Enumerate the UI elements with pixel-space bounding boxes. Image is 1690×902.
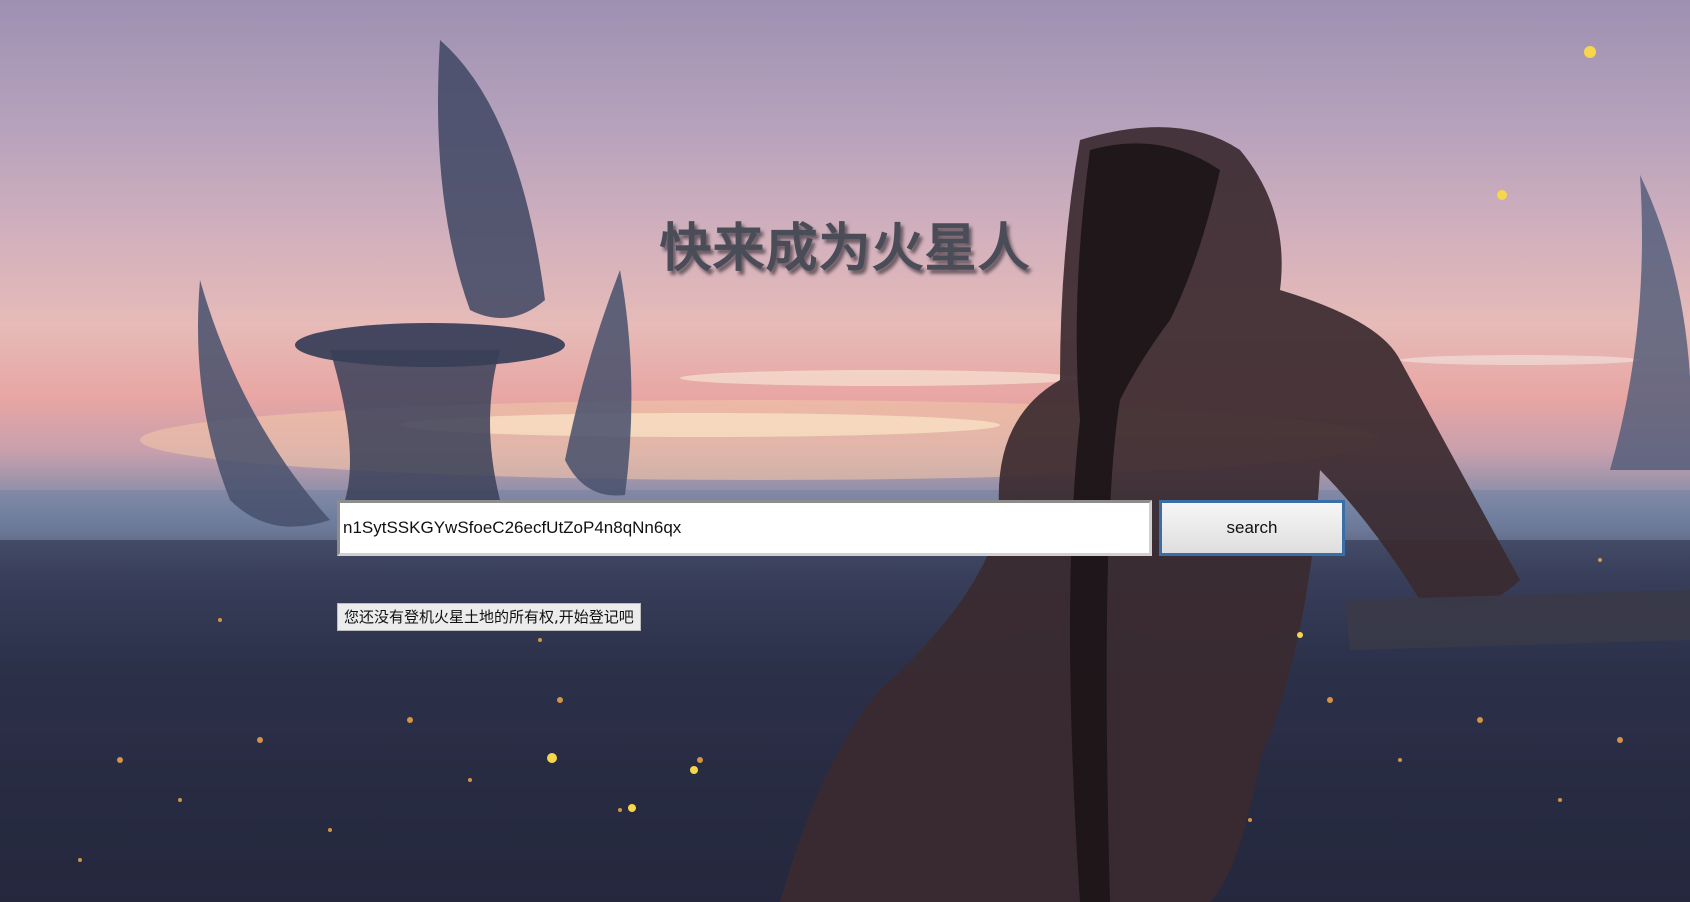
search-input[interactable] — [337, 500, 1152, 556]
page-title: 快来成为火星人 — [659, 219, 1031, 279]
background-image — [0, 0, 1690, 902]
search-bar: search — [337, 500, 1345, 556]
status-message: 您还没有登机火星土地的所有权,开始登记吧 — [337, 603, 641, 631]
search-button[interactable]: search — [1159, 500, 1345, 556]
